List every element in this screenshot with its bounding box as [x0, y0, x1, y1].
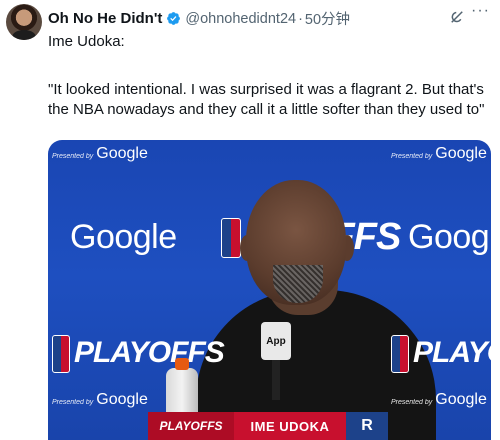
avatar[interactable]: [6, 4, 42, 40]
presented-by-text: Presented by: [52, 153, 94, 160]
presented-by-bottom-left: Presented by Google: [52, 391, 148, 409]
more-icon[interactable]: ···: [471, 2, 490, 20]
grok-icon[interactable]: [448, 8, 466, 26]
nba-logo: [52, 335, 70, 373]
timestamp[interactable]: 50分钟: [305, 8, 350, 29]
display-name[interactable]: Oh No He Didn't: [48, 10, 162, 27]
sponsor-small: Google: [435, 145, 487, 162]
tweet-quote: "It looked intentional. I was surprised …: [48, 81, 485, 118]
sponsor-small: Google: [435, 391, 487, 408]
presented-by-top-right: Presented by Google: [391, 145, 487, 163]
nba-logo: [391, 335, 409, 373]
playoffs-text-right: PLAYOFFS: [413, 336, 491, 369]
lower-third-name: IME UDOKA: [250, 418, 330, 434]
separator-dot: ·: [298, 10, 303, 27]
user-handle[interactable]: @ohnohedidnt24: [185, 11, 296, 27]
tweet-text-line: Ime Udoka:: [48, 33, 125, 50]
microphone-icon: App: [261, 322, 291, 360]
presented-by-bottom-right: Presented by Google: [391, 391, 487, 409]
sponsor-logo-right: Google: [408, 218, 491, 256]
lower-third-bar: PLAYOFFS IME UDOKA R: [148, 412, 388, 440]
presented-by-text: Presented by: [391, 399, 433, 406]
mic-label: App: [266, 335, 286, 347]
presented-by-top-left: Presented by Google: [52, 145, 148, 163]
playoffs-text-left: PLAYOFFS: [74, 336, 225, 369]
presented-by-text: Presented by: [391, 153, 433, 160]
tweet-header: Oh No He Didn't @ohnohedidnt24 · 50分钟: [48, 8, 350, 29]
sponsor-logo-left: Google: [70, 218, 177, 256]
presented-by-text: Presented by: [52, 399, 94, 406]
rockets-logo-icon: R: [346, 412, 388, 440]
tweet-media-image[interactable]: Presented by Google Presented by Google …: [48, 140, 491, 440]
sponsor-small: Google: [96, 391, 148, 408]
sponsor-small: Google: [96, 145, 148, 162]
nba-logo: [221, 218, 241, 258]
lower-third-playoffs-text: PLAYOFFS: [159, 419, 223, 433]
microphone-stand: [272, 360, 280, 400]
verified-badge-icon: [167, 12, 181, 25]
lower-third-playoffs: PLAYOFFS: [148, 412, 234, 440]
